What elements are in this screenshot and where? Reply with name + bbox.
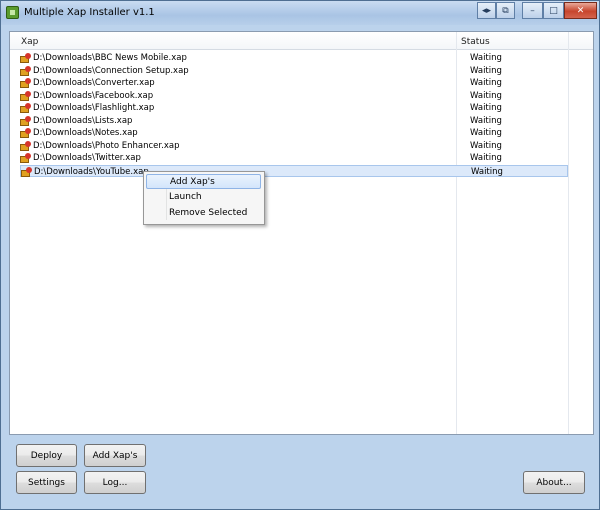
xap-status: Waiting [470, 128, 502, 138]
xap-path: D:\Downloads\Facebook.xap [33, 90, 154, 101]
xap-path: D:\Downloads\Twitter.xap [33, 153, 141, 163]
xap-file-icon [20, 140, 31, 151]
app-icon [6, 6, 19, 19]
table-row[interactable]: D:\Downloads\Connection Setup.xap Waitin… [20, 65, 568, 77]
minimize-button[interactable]: – [522, 2, 543, 19]
table-row[interactable]: D:\Downloads\Notes.xap Waiting [20, 127, 568, 139]
xap-path: D:\Downloads\Photo Enhancer.xap [33, 140, 180, 151]
menu-item-add-xaps[interactable]: Add Xap's [146, 174, 261, 189]
table-row[interactable]: D:\Downloads\Flashlight.xap Waiting [20, 102, 568, 114]
xap-path: D:\Downloads\Notes.xap [33, 128, 138, 138]
xap-file-icon [20, 115, 31, 126]
xap-file-icon [21, 166, 32, 177]
table-row[interactable]: D:\Downloads\Converter.xap Waiting [20, 77, 568, 89]
xap-status: Waiting [470, 53, 502, 63]
menu-item-label: Remove Selected [169, 208, 248, 218]
xap-path: D:\Downloads\Lists.xap [33, 115, 133, 126]
context-menu: Add Xap's Launch Remove Selected [143, 171, 265, 225]
xap-file-icon [20, 65, 31, 76]
xap-file-icon [20, 103, 31, 113]
about-button[interactable]: About... [523, 471, 585, 494]
xap-status: Waiting [470, 140, 502, 151]
xap-path: D:\Downloads\Connection Setup.xap [33, 65, 189, 76]
deploy-button[interactable]: Deploy [16, 444, 77, 467]
xap-status: Waiting [470, 103, 502, 113]
xap-file-icon [20, 128, 31, 138]
table-row[interactable]: D:\Downloads\Twitter.xap Waiting [20, 152, 568, 164]
table-row[interactable]: D:\Downloads\Facebook.xap Waiting [20, 90, 568, 102]
xap-path: D:\Downloads\Flashlight.xap [33, 103, 155, 113]
xap-status: Waiting [470, 115, 502, 126]
table-row[interactable]: D:\Downloads\BBC News Mobile.xap Waiting [20, 52, 568, 64]
table-row[interactable]: D:\Downloads\Photo Enhancer.xap Waiting [20, 140, 568, 152]
menu-item-label: Launch [169, 192, 202, 202]
column-header-xap[interactable]: Xap [21, 37, 38, 47]
title-bar[interactable]: Multiple Xap Installer v1.1 ◂▸ ⧉ – □ ✕ [1, 1, 599, 25]
add-xaps-button[interactable]: Add Xap's [84, 444, 146, 467]
restore-window-icon[interactable]: ⧉ [496, 2, 515, 19]
log-button[interactable]: Log... [84, 471, 146, 494]
column-separator[interactable] [568, 32, 569, 434]
xap-list-view[interactable]: Xap Status D:\Downloads\BBC News Mobile.… [9, 31, 594, 435]
xap-file-icon [20, 53, 31, 63]
menu-item-remove-selected[interactable]: Remove Selected [146, 206, 261, 221]
main-window: Multiple Xap Installer v1.1 ◂▸ ⧉ – □ ✕ X… [0, 0, 600, 510]
settings-button[interactable]: Settings [16, 471, 77, 494]
column-header-status[interactable]: Status [461, 37, 490, 47]
xap-status: Waiting [470, 78, 502, 88]
xap-status: Waiting [471, 166, 503, 177]
xap-status: Waiting [470, 90, 502, 101]
list-header: Xap Status [10, 32, 593, 50]
menu-item-launch[interactable]: Launch [146, 190, 261, 205]
xap-file-icon [20, 153, 31, 163]
xap-path: D:\Downloads\Converter.xap [33, 78, 155, 88]
xap-path: D:\Downloads\YouTube.xap [34, 166, 149, 177]
resize-arrows-icon[interactable]: ◂▸ [477, 2, 496, 19]
xap-path: D:\Downloads\BBC News Mobile.xap [33, 53, 187, 63]
table-row-selected[interactable]: D:\Downloads\YouTube.xap Waiting [20, 164, 568, 177]
window-controls: – □ ✕ [522, 2, 597, 19]
xap-file-icon [20, 90, 31, 101]
extra-title-buttons: ◂▸ ⧉ [477, 2, 515, 19]
xap-status: Waiting [470, 65, 502, 76]
menu-item-label: Add Xap's [170, 177, 215, 187]
close-button[interactable]: ✕ [564, 2, 597, 19]
xap-file-icon [20, 78, 31, 88]
window-title: Multiple Xap Installer v1.1 [24, 7, 155, 18]
table-row[interactable]: D:\Downloads\Lists.xap Waiting [20, 115, 568, 127]
xap-status: Waiting [470, 153, 502, 163]
maximize-button[interactable]: □ [543, 2, 564, 19]
